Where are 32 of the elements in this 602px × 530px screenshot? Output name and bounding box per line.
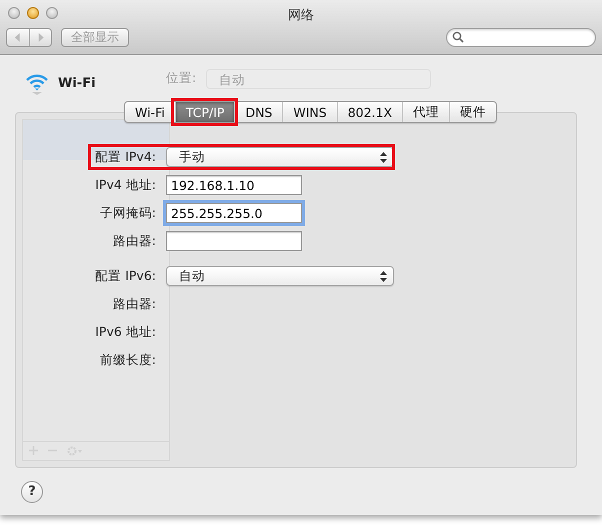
tab[interactable]: 802.1X bbox=[336, 102, 402, 122]
zoom-window-button[interactable] bbox=[46, 7, 58, 19]
up-down-arrows-icon bbox=[380, 152, 387, 162]
close-window-button[interactable] bbox=[8, 7, 20, 19]
tab[interactable]: 代理 bbox=[402, 102, 450, 122]
input-field[interactable]: 255.255.255.0 bbox=[166, 203, 302, 223]
field-label: 子网掩码: bbox=[100, 204, 156, 222]
location-label: 位置: bbox=[166, 70, 196, 87]
field-label: 前缀长度: bbox=[100, 352, 156, 368]
up-down-arrows-icon bbox=[380, 270, 387, 282]
window-title: 网络 bbox=[288, 8, 314, 23]
back-forward-buttons[interactable] bbox=[6, 28, 52, 46]
service-title: Wi-Fi bbox=[58, 76, 97, 91]
config-popup[interactable]: 手动 bbox=[166, 147, 394, 167]
minimize-window-button[interactable] bbox=[27, 7, 39, 19]
search-icon bbox=[452, 31, 464, 43]
input-field[interactable]: 192.168.1.10 bbox=[166, 175, 302, 195]
tab[interactable]: DNS bbox=[234, 102, 282, 122]
field-label: 路由器: bbox=[112, 232, 156, 250]
field-label: 配置 IPv6: bbox=[95, 268, 156, 284]
input-field[interactable] bbox=[166, 231, 302, 251]
field-label: 路由器: bbox=[112, 296, 156, 312]
field-label: IPv4 地址: bbox=[95, 176, 156, 194]
field-label: IPv6 地址: bbox=[95, 324, 156, 340]
search-field[interactable] bbox=[446, 28, 596, 46]
tab[interactable]: Wi-Fi bbox=[125, 102, 175, 122]
tab[interactable]: 硬件 bbox=[449, 102, 496, 122]
wifi-icon bbox=[25, 72, 49, 94]
field-label: 配置 IPv4: bbox=[95, 148, 156, 166]
tab[interactable]: WINS bbox=[282, 102, 337, 122]
config-popup[interactable]: 自动 bbox=[166, 266, 394, 286]
help-button[interactable]: ? bbox=[21, 480, 43, 502]
